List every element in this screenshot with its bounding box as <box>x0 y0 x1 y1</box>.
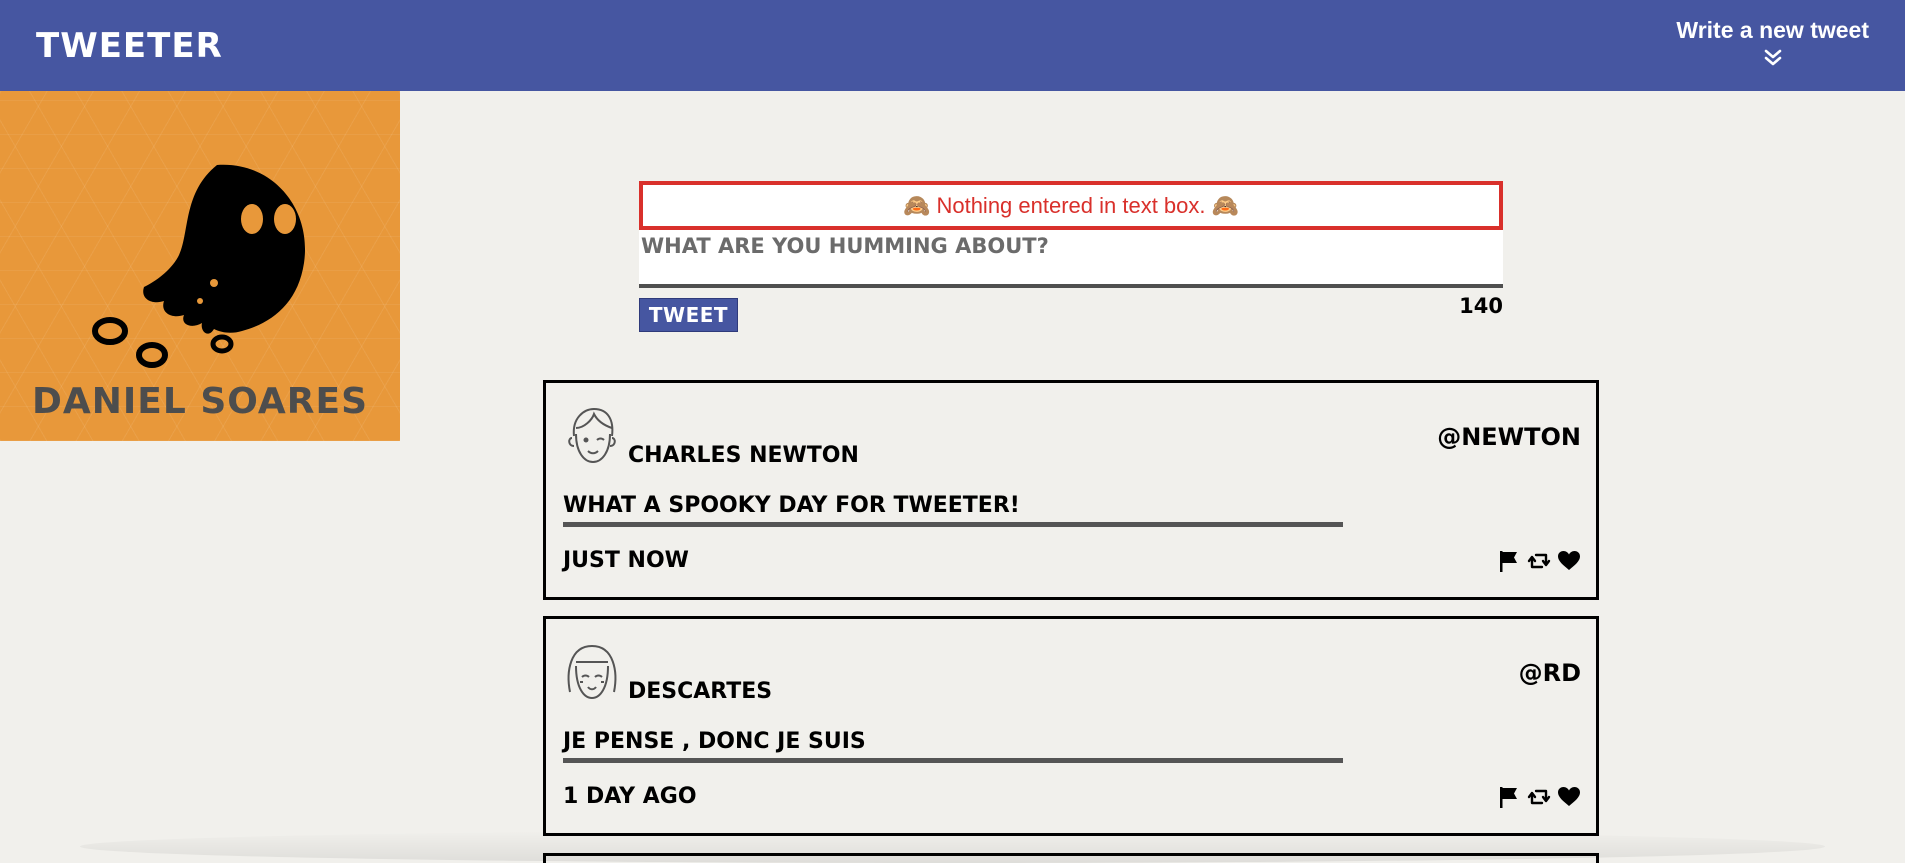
tweet-button[interactable]: TWEET <box>639 298 738 332</box>
error-message: 🙈 Nothing entered in text box. 🙈 <box>639 181 1503 230</box>
girl-face-icon <box>567 644 617 700</box>
retweet-icon[interactable] <box>1527 785 1551 809</box>
tweet-actions <box>1497 785 1581 809</box>
tweet-text: WHAT A SPOOKY DAY FOR TWEETER! <box>563 493 1343 527</box>
tweet-card: DESCARTES @RD JE PENSE , DONC JE SUIS 1 … <box>543 616 1599 836</box>
tweet-author-handle[interactable]: @RD <box>1519 659 1581 687</box>
ghost-icon <box>92 164 306 368</box>
write-new-tweet-button[interactable]: Write a new tweet <box>1676 17 1869 68</box>
retweet-icon[interactable] <box>1527 549 1551 573</box>
tweet-author-handle[interactable]: @NEWTON <box>1437 423 1581 451</box>
profile-card: DANIEL SOARES <box>0 91 400 441</box>
heart-icon[interactable] <box>1557 785 1581 809</box>
tweet-input[interactable] <box>639 230 1503 288</box>
tweet-author-name[interactable]: DESCARTES <box>628 679 772 704</box>
character-counter: 140 <box>1459 294 1503 318</box>
tweet-text: JE PENSE , DONC JE SUIS <box>563 729 1343 763</box>
tweet-timestamp: JUST NOW <box>563 548 689 573</box>
tweet-card <box>543 853 1599 863</box>
write-new-tweet-label[interactable]: Write a new tweet <box>1676 17 1869 44</box>
tweet-timestamp: 1 DAY AGO <box>563 784 697 809</box>
heart-icon[interactable] <box>1557 549 1581 573</box>
double-chevron-down-icon[interactable] <box>1763 48 1783 68</box>
flag-icon[interactable] <box>1497 785 1521 809</box>
flag-icon[interactable] <box>1497 549 1521 573</box>
profile-name: DANIEL SOARES <box>32 381 368 422</box>
tweet-author-name[interactable]: CHARLES NEWTON <box>628 443 859 468</box>
brand-logo[interactable]: TWEETER <box>36 26 223 66</box>
tweet-actions <box>1497 549 1581 573</box>
tweet-card: CHARLES NEWTON @NEWTON WHAT A SPOOKY DAY… <box>543 380 1599 600</box>
boy-face-icon <box>568 407 616 464</box>
top-navbar: TWEETER Write a new tweet <box>0 0 1905 91</box>
